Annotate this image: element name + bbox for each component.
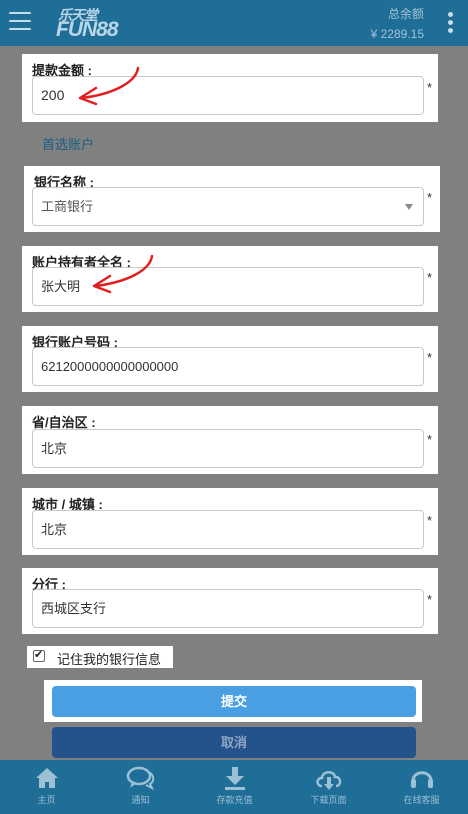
branch-section: 分行 : 西城区支行 * (22, 568, 438, 634)
balance-label: 总余额 (387, 7, 424, 21)
chat-icon (126, 766, 154, 790)
holder-name-section: 账户持有者全名 : 张大明 * (22, 246, 438, 312)
nav-label: 存款充值 (216, 795, 253, 805)
app-header: 乐天堂 FUN88 总余额 ¥ 2289.15 (0, 0, 468, 46)
required-marker: * (426, 592, 432, 607)
cloud-download-icon (315, 771, 341, 790)
logo-english: FUN88 (56, 18, 119, 41)
required-marker: * (426, 80, 432, 95)
balance-amount: ¥ 2289.15 (370, 27, 424, 41)
remember-checkbox[interactable] (33, 648, 45, 662)
annotation-arrow-holder (92, 254, 154, 294)
annotation-arrow-amount (78, 66, 140, 106)
remember-bank-info[interactable]: 记住我的银行信息 (27, 646, 173, 668)
remember-label: 记住我的银行信息 (57, 652, 162, 667)
dropdown-arrow-icon (405, 204, 413, 210)
nav-label: 通知 (131, 795, 150, 805)
account-number-section: 银行账户号码 : 6212000000000000000 * (22, 326, 438, 392)
required-marker: * (426, 190, 432, 205)
province-section: 省/自治区 : 北京 * (22, 406, 438, 474)
branch-input[interactable]: 西城区支行 (32, 589, 424, 628)
hamburger-menu-icon[interactable] (9, 12, 31, 32)
balance-display: 总余额 ¥ 2289.15 (371, 7, 424, 43)
bank-name-selected-value: 工商银行 (41, 199, 94, 214)
nav-label: 下载页面 (310, 795, 347, 805)
bottom-nav: 主页 通知 存款充值 下载页面 在线客服 (0, 760, 468, 814)
city-section: 城市 / 城镇 : 北京 * (22, 488, 438, 555)
headset-icon (410, 771, 433, 788)
required-marker: * (426, 270, 432, 285)
bank-name-select[interactable]: 工商银行 (32, 187, 424, 226)
nav-item-deposit[interactable]: 存款充值 (188, 760, 281, 814)
required-marker: * (426, 513, 432, 528)
province-input[interactable]: 北京 (32, 429, 424, 468)
account-number-input[interactable]: 6212000000000000000 (32, 347, 424, 386)
nav-item-notice[interactable]: 通知 (94, 760, 187, 814)
nav-item-download[interactable]: 下载页面 (282, 760, 375, 814)
preferred-account-link[interactable]: 首选账户 (42, 134, 94, 153)
download-icon (224, 767, 245, 790)
nav-item-home[interactable]: 主页 (0, 760, 93, 814)
submit-button[interactable]: 提交 (52, 686, 416, 717)
required-marker: * (426, 350, 432, 365)
nav-item-support[interactable]: 在线客服 (375, 760, 468, 814)
cancel-button[interactable]: 取消 (52, 727, 416, 758)
more-options-icon[interactable] (448, 12, 454, 36)
bank-name-section: 银行名称 : 工商银行 * (24, 166, 440, 232)
required-marker: * (426, 432, 432, 447)
nav-label: 在线客服 (403, 795, 440, 805)
nav-label: 主页 (37, 795, 56, 805)
city-input[interactable]: 北京 (32, 510, 424, 549)
home-icon (35, 768, 58, 788)
